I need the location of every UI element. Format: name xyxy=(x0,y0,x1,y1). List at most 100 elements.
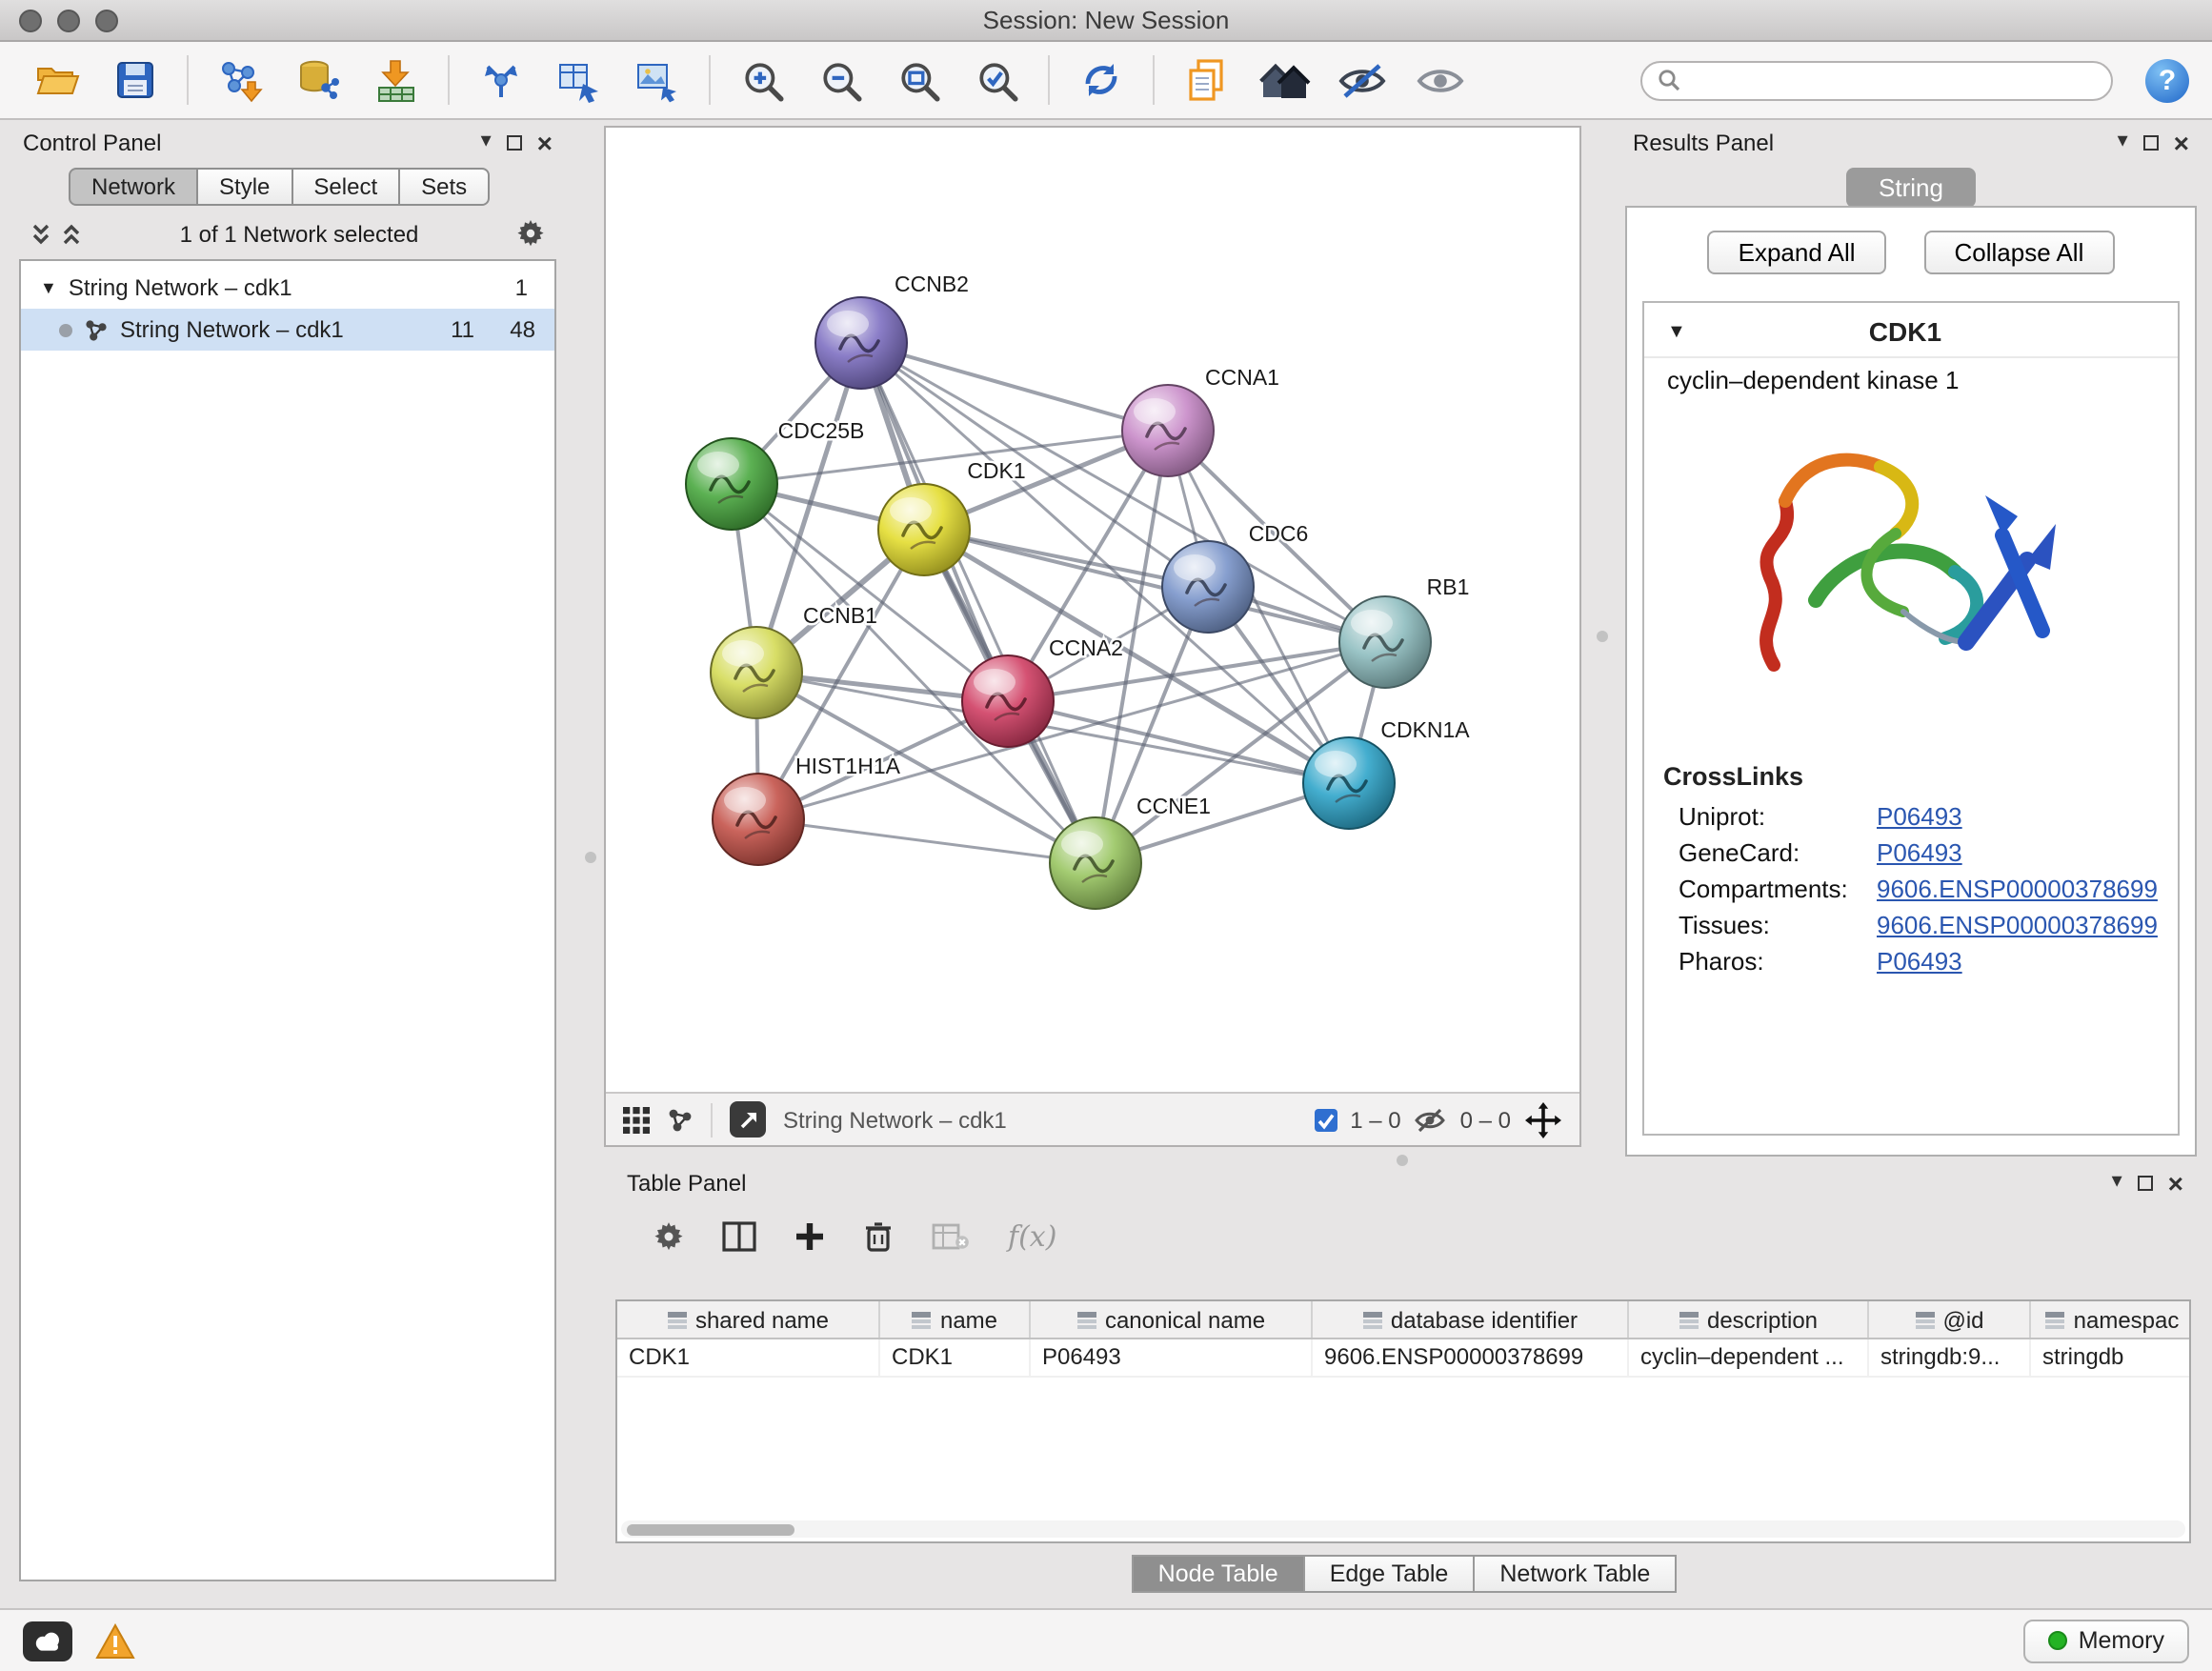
column-header-description[interactable]: description xyxy=(1629,1301,1869,1338)
results-panel-title: Results Panel xyxy=(1633,129,1774,155)
trash-icon[interactable] xyxy=(863,1218,894,1253)
column-header-shared-name[interactable]: shared name xyxy=(617,1301,880,1338)
collapse-all-icon[interactable] xyxy=(30,222,51,245)
column-header-canonical-name[interactable]: canonical name xyxy=(1031,1301,1313,1338)
open-in-browser-button[interactable] xyxy=(730,1101,766,1137)
horizontal-scrollbar[interactable] xyxy=(621,1520,2185,1538)
network-collection-row[interactable]: ▼ String Network – cdk1 1 xyxy=(21,267,554,309)
panel-close-icon[interactable]: × xyxy=(537,129,553,155)
export-image-button[interactable] xyxy=(623,50,692,111)
grid-view-icon[interactable] xyxy=(623,1106,650,1133)
gear-icon[interactable] xyxy=(654,1220,684,1251)
search-input[interactable] xyxy=(1690,67,2096,93)
expand-all-icon[interactable] xyxy=(61,222,82,245)
home-houses-icon xyxy=(1258,59,1310,101)
svg-text:HIST1H1A: HIST1H1A xyxy=(795,754,901,778)
splitter-handle[interactable] xyxy=(1597,631,1608,642)
import-network-database-button[interactable] xyxy=(284,50,352,111)
column-header-namespace[interactable]: namespac xyxy=(2031,1301,2191,1338)
tab-string[interactable]: String xyxy=(1846,168,1976,208)
network-canvas[interactable]: CCNB2CCNA1CDC25BCDK1CDC6RB1CCNB1CCNA2CDK… xyxy=(606,128,1579,1092)
panel-close-icon[interactable]: × xyxy=(2168,1169,2183,1196)
cybrowser-home-button[interactable] xyxy=(1250,50,1318,111)
cell-database-identifier: 9606.ENSP00000378699 xyxy=(1313,1339,1629,1376)
hide-unhide-button[interactable] xyxy=(1328,50,1397,111)
uniprot-link[interactable]: P06493 xyxy=(1877,802,1962,831)
pharos-link[interactable]: P06493 xyxy=(1877,947,1962,976)
tab-select[interactable]: Select xyxy=(291,168,400,206)
panel-menu-icon[interactable]: ▾ xyxy=(2112,1172,2122,1193)
zoom-fit-button[interactable] xyxy=(884,50,953,111)
apply-layout-button[interactable] xyxy=(1067,50,1136,111)
network-share-icon[interactable] xyxy=(667,1106,694,1133)
tab-network[interactable]: Network xyxy=(69,168,198,206)
hidden-eye-icon[interactable] xyxy=(1415,1106,1447,1133)
columns-icon[interactable] xyxy=(722,1220,756,1251)
traffic-lights xyxy=(19,9,118,31)
splitter-handle[interactable] xyxy=(585,852,596,863)
panel-float-icon[interactable] xyxy=(507,134,522,150)
tab-sets[interactable]: Sets xyxy=(398,168,490,206)
column-header-id[interactable]: @id xyxy=(1869,1301,2031,1338)
copy-style-button[interactable] xyxy=(1172,50,1240,111)
tab-node-table[interactable]: Node Table xyxy=(1132,1555,1305,1593)
tissues-link[interactable]: 9606.ENSP00000378699 xyxy=(1877,911,2158,939)
selected-checkbox-icon[interactable] xyxy=(1314,1108,1337,1131)
collapse-all-button[interactable]: Collapse All xyxy=(1924,231,2115,274)
import-network-file-button[interactable] xyxy=(206,50,274,111)
genecard-link[interactable]: P06493 xyxy=(1877,838,1962,867)
scrollbar-thumb[interactable] xyxy=(627,1523,794,1535)
window-close-button[interactable] xyxy=(19,9,42,31)
panel-menu-icon[interactable]: ▾ xyxy=(2118,131,2128,152)
panel-float-icon[interactable] xyxy=(2138,1175,2153,1190)
cell-shared-name: CDK1 xyxy=(617,1339,880,1376)
tree-expanded-icon[interactable]: ▼ xyxy=(40,278,57,297)
zoom-out-button[interactable] xyxy=(806,50,875,111)
import-table-button[interactable] xyxy=(362,50,431,111)
open-session-button[interactable] xyxy=(23,50,91,111)
new-network-from-selection-button[interactable] xyxy=(545,50,613,111)
expand-all-button[interactable]: Expand All xyxy=(1708,231,1886,274)
network-row[interactable]: String Network – cdk1 11 48 xyxy=(21,309,554,351)
window-minimize-button[interactable] xyxy=(57,9,80,31)
zoom-selected-button[interactable] xyxy=(962,50,1031,111)
zoom-in-button[interactable] xyxy=(728,50,796,111)
column-header-database-identifier[interactable]: database identifier xyxy=(1313,1301,1629,1338)
column-header-name[interactable]: name xyxy=(880,1301,1031,1338)
move-crosshair-icon[interactable] xyxy=(1524,1100,1562,1138)
table-row[interactable]: CDK1 CDK1 P06493 9606.ENSP00000378699 cy… xyxy=(617,1339,2189,1378)
node-table: shared name name canonical name database… xyxy=(615,1299,2191,1543)
tab-style[interactable]: Style xyxy=(196,168,292,206)
network-graph[interactable]: CCNB2CCNA1CDC25BCDK1CDC6RB1CCNB1CCNA2CDK… xyxy=(606,128,1579,1092)
panel-float-icon[interactable] xyxy=(2143,134,2159,150)
panel-close-icon[interactable]: × xyxy=(2174,129,2189,155)
gear-icon[interactable] xyxy=(516,219,545,248)
splitter-handle[interactable] xyxy=(1397,1155,1408,1166)
title-bar: Session: New Session xyxy=(0,0,2212,42)
eye-icon xyxy=(1416,60,1465,100)
string-results-card: Expand All Collapse All ▼ CDK1 cyclin–de… xyxy=(1625,206,2197,1157)
delete-table-icon[interactable] xyxy=(932,1222,970,1249)
warning-icon[interactable] xyxy=(95,1622,135,1659)
toolbar-separator xyxy=(709,55,711,105)
show-all-button[interactable] xyxy=(1406,50,1475,111)
tab-network-table[interactable]: Network Table xyxy=(1473,1555,1677,1593)
main-toolbar: ? xyxy=(0,42,2212,120)
window-zoom-button[interactable] xyxy=(95,9,118,31)
save-session-button[interactable] xyxy=(101,50,170,111)
memory-button[interactable]: Memory xyxy=(2023,1619,2189,1662)
cloud-services-button[interactable] xyxy=(23,1621,72,1661)
tab-edge-table[interactable]: Edge Table xyxy=(1303,1555,1476,1593)
svg-text:CDC6: CDC6 xyxy=(1249,521,1309,546)
section-expanded-icon[interactable]: ▼ xyxy=(1667,321,1686,342)
function-builder-icon[interactable]: f(x) xyxy=(1008,1218,1056,1253)
compartments-link[interactable]: 9606.ENSP00000378699 xyxy=(1877,875,2158,903)
help-button[interactable]: ? xyxy=(2145,58,2189,102)
panel-menu-icon[interactable]: ▾ xyxy=(481,131,492,152)
network-row-label: String Network – cdk1 xyxy=(120,316,344,343)
add-row-plus-icon[interactable] xyxy=(794,1220,825,1251)
first-neighbors-button[interactable] xyxy=(467,50,535,111)
crosslink-row: GeneCard:P06493 xyxy=(1679,838,2159,867)
svg-text:CCNB1: CCNB1 xyxy=(803,603,877,628)
zoom-in-icon xyxy=(740,58,784,102)
